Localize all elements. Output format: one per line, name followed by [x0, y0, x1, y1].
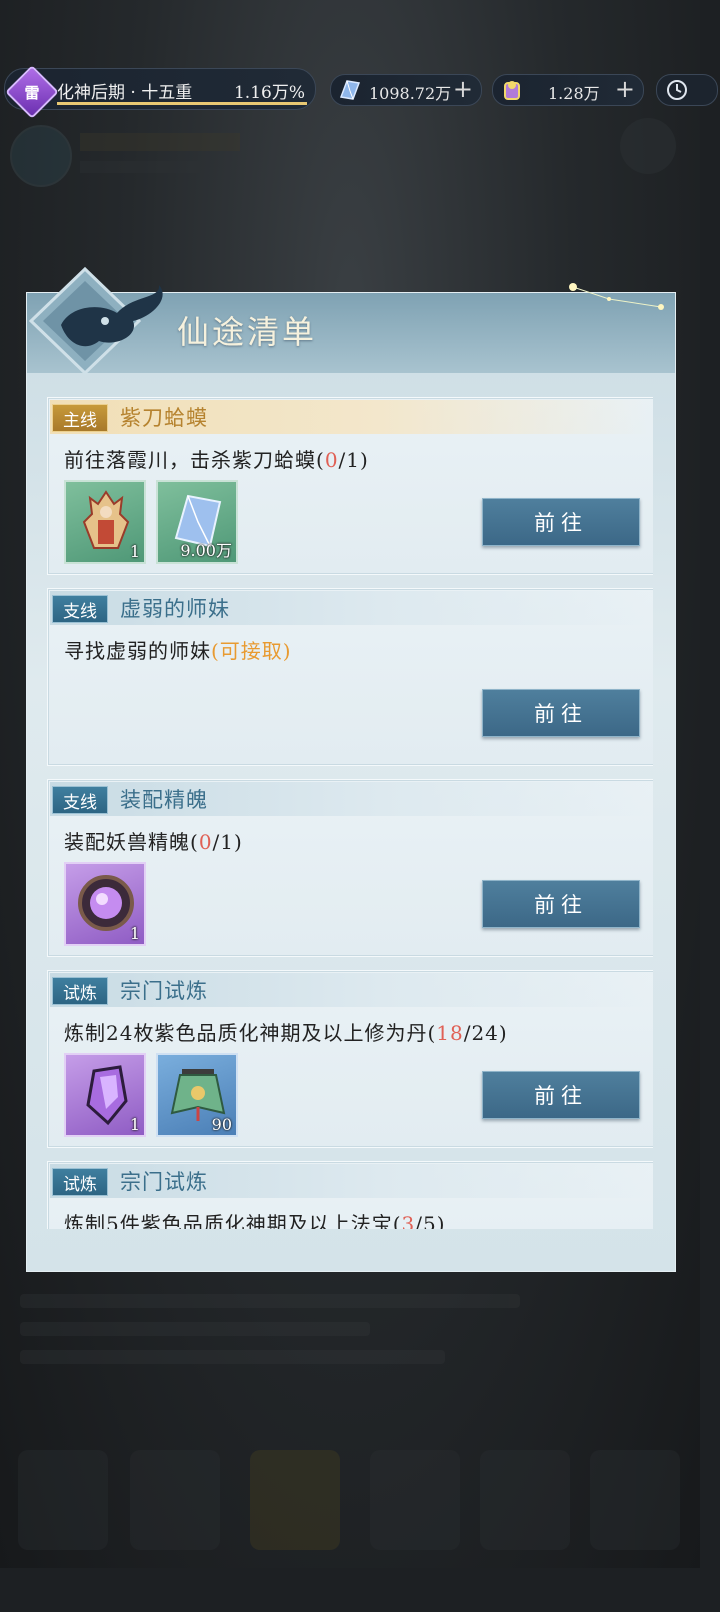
quest-title: 虚弱的师妹: [120, 597, 230, 621]
quest-list[interactable]: 主线 紫刀蛤蟆 前往落霞川，击杀紫刀蛤蟆(0/1) 1 9.00万 前往 支线 …: [47, 397, 653, 1229]
constellation-decoration-icon: [569, 283, 664, 310]
add-crystal-button[interactable]: +: [453, 76, 473, 102]
quest-card-main: 主线 紫刀蛤蟆 前往落霞川，击杀紫刀蛤蟆(0/1) 1 9.00万 前往: [47, 397, 653, 575]
reward-item[interactable]: 90: [156, 1053, 238, 1137]
quest-description: 前往落霞川，击杀紫刀蛤蟆(0/1): [64, 448, 369, 472]
realm-name: 化神后期 · 十五重: [57, 83, 193, 103]
quest-progress-current: 0: [198, 830, 213, 854]
top-status-bar: 雷 化神后期 · 十五重 1.16万% 1098.72万 + 1.28万 +: [0, 64, 718, 119]
quest-type-badge: 主线: [52, 404, 108, 432]
reward-item[interactable]: 9.00万: [156, 480, 238, 564]
thunder-realm-icon: 雷: [5, 65, 59, 119]
quest-title: 紫刀蛤蟆: [120, 406, 208, 430]
go-button[interactable]: 前往: [482, 689, 640, 737]
spirit-crystal-icon: [339, 80, 361, 100]
quest-title: 装配精魄: [120, 788, 208, 812]
reward-item[interactable]: 1: [64, 480, 146, 564]
purple-charm-icon: [504, 81, 520, 100]
quest-progress-current: 0: [324, 448, 339, 472]
go-button[interactable]: 前往: [482, 498, 640, 546]
quest-description: 炼制24枚紫色品质化神期及以上修为丹(18/24): [64, 1021, 508, 1045]
quest-progress-current: 3: [401, 1212, 416, 1229]
quest-card-side: 支线 虚弱的师妹 寻找虚弱的师妹(可接取) 前往: [47, 588, 653, 766]
fire-general-icon: [82, 490, 130, 549]
realm-percent: 1.16万%: [233, 83, 305, 103]
cloud-beast-emblem-icon: [28, 266, 163, 376]
quest-type-badge: 支线: [52, 786, 108, 814]
quest-description: 装配妖兽精魄(0/1): [64, 830, 243, 854]
clock-icon: [667, 80, 687, 100]
background-player-info: [10, 125, 270, 195]
quest-list-panel: 仙途清单 主线 紫刀蛤蟆 前往落霞川，击杀紫刀蛤蟆(0/1) 1 9.00万 前…: [26, 266, 676, 1272]
crystal-amount: 1098.72万: [369, 84, 452, 103]
quest-card-trial: 试炼 宗门试炼 炼制5件紫色品质化神期及以上法宝(3/5) 前往: [47, 1161, 653, 1229]
go-button[interactable]: 前往: [482, 1071, 640, 1119]
realm-progress-bar: [57, 102, 307, 105]
go-button[interactable]: 前往: [482, 880, 640, 928]
background-bottom-nav: [0, 1440, 700, 1568]
quest-description: 炼制5件紫色品质化神期及以上法宝(3/5): [64, 1208, 446, 1229]
clock-button[interactable]: [656, 74, 718, 106]
purple-crystal-icon: [86, 1065, 128, 1126]
token-currency: 1.28万 +: [492, 74, 644, 106]
reward-item[interactable]: 1: [64, 1053, 146, 1137]
background-chat-rows: [20, 1280, 520, 1378]
quest-status: (可接取): [211, 639, 292, 663]
token-amount: 1.28万: [548, 84, 600, 103]
add-token-button[interactable]: +: [615, 76, 635, 102]
quest-card-trial: 试炼 宗门试炼 炼制24枚紫色品质化神期及以上修为丹(18/24) 1 90 前…: [47, 970, 653, 1148]
reward-item[interactable]: 1: [64, 862, 146, 946]
quest-description: 寻找虚弱的师妹(可接取): [64, 639, 292, 663]
quest-card-side: 支线 装配精魄 装配妖兽精魄(0/1) 1 前往: [47, 779, 653, 957]
quest-type-badge: 试炼: [52, 1168, 108, 1196]
quest-type-badge: 试炼: [52, 977, 108, 1005]
crystal-currency: 1098.72万 +: [330, 74, 482, 106]
quest-progress-current: 18: [436, 1021, 464, 1045]
quest-type-badge: 支线: [52, 595, 108, 623]
background-menu-icon: [620, 118, 676, 174]
quest-title: 宗门试炼: [120, 1170, 208, 1194]
realm-progress[interactable]: 雷 化神后期 · 十五重 1.16万%: [4, 65, 316, 119]
panel-title: 仙途清单: [177, 313, 318, 351]
purple-soul-orb-icon: [78, 875, 134, 931]
quest-title: 宗门试炼: [120, 979, 208, 1003]
